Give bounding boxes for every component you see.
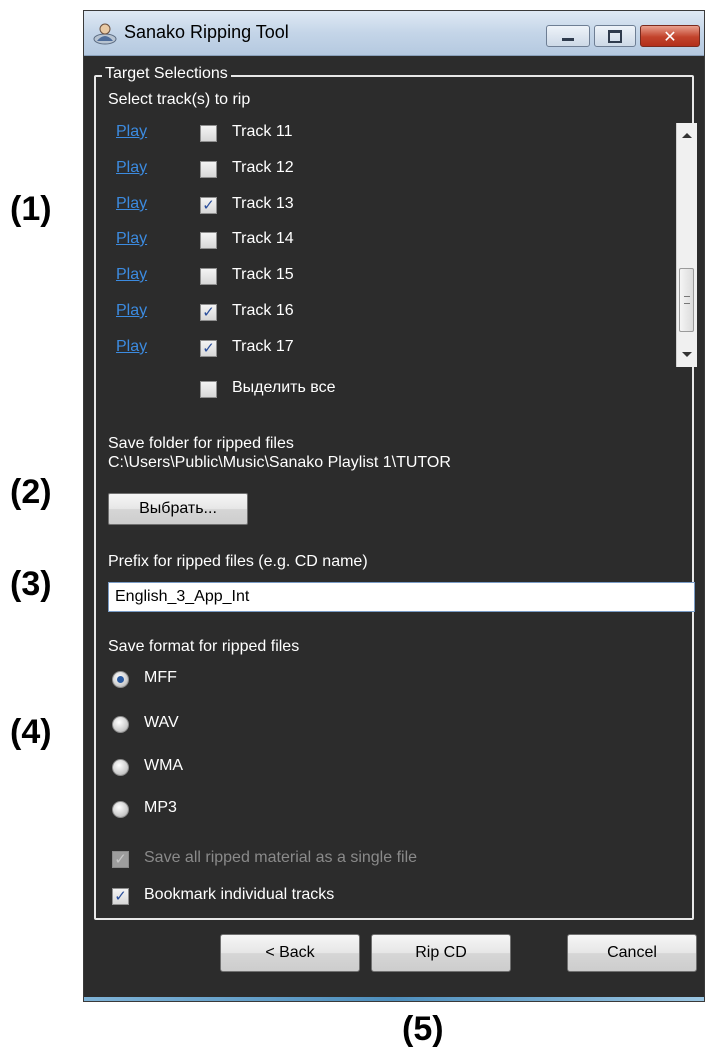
track-checkbox[interactable]: [200, 161, 217, 178]
track-label: Track 13: [232, 195, 294, 212]
save-folder-label: Save folder for ripped files: [108, 435, 294, 452]
radio-label-wav: WAV: [144, 714, 179, 731]
cancel-button[interactable]: Cancel: [567, 934, 697, 972]
back-button[interactable]: < Back: [220, 934, 360, 972]
track-checkbox[interactable]: ✓: [200, 340, 217, 357]
scroll-down-icon[interactable]: [682, 352, 692, 357]
play-link[interactable]: Play: [116, 123, 147, 141]
track-label: Track 14: [232, 230, 294, 247]
close-button[interactable]: ✕: [640, 25, 700, 47]
minimize-icon: [562, 37, 574, 41]
radio-wma[interactable]: [112, 759, 129, 776]
grip-icon: [684, 296, 690, 304]
window-title: Sanako Ripping Tool: [124, 22, 289, 42]
track-label: Track 17: [232, 338, 294, 355]
prefix-input[interactable]: [108, 582, 695, 612]
track-checkbox[interactable]: [200, 232, 217, 249]
choose-folder-button[interactable]: Выбрать...: [108, 493, 248, 525]
play-link[interactable]: Play: [116, 159, 147, 177]
bookmark-checkbox[interactable]: ✓: [112, 888, 129, 905]
track-checkbox[interactable]: ✓: [200, 304, 217, 321]
radio-mp3[interactable]: [112, 801, 129, 818]
track-label: Track 15: [232, 266, 294, 283]
scrollbar-thumb[interactable]: [679, 268, 694, 332]
callout-3: (3): [10, 565, 52, 603]
play-link[interactable]: Play: [116, 266, 147, 284]
radio-label-wma: WMA: [144, 757, 184, 774]
track-checkbox[interactable]: [200, 268, 217, 285]
select-all-label: Выделить все: [232, 379, 336, 396]
save-format-label: Save format for ripped files: [108, 638, 300, 655]
select-tracks-label: Select track(s) to rip: [108, 91, 251, 108]
callout-4: (4): [10, 713, 52, 751]
ripping-tool-window: Sanako Ripping Tool ✕ Target Selections …: [83, 10, 705, 1002]
window-bottom-edge: [84, 997, 704, 1001]
single-file-label: Save all ripped material as a single fil…: [144, 849, 418, 866]
track-list-scrollbar[interactable]: [676, 123, 697, 367]
callout-1: (1): [10, 190, 52, 228]
track-label: Track 11: [232, 123, 293, 140]
radio-mff[interactable]: [112, 671, 129, 688]
restore-icon: [608, 29, 622, 43]
play-link[interactable]: Play: [116, 230, 147, 248]
callout-5: (5): [402, 1010, 444, 1048]
minimize-button[interactable]: [546, 25, 590, 47]
maximize-button[interactable]: [594, 25, 636, 47]
callout-2: (2): [10, 473, 52, 511]
radio-wav[interactable]: [112, 716, 129, 733]
track-label: Track 12: [232, 159, 294, 176]
prefix-label: Prefix for ripped files (e.g. CD name): [108, 553, 368, 570]
bookmark-label: Bookmark individual tracks: [144, 886, 335, 903]
single-file-checkbox: ✓: [112, 851, 129, 868]
rip-cd-button[interactable]: Rip CD: [371, 934, 511, 972]
save-folder-path: C:\Users\Public\Music\Sanako Playlist 1\…: [108, 454, 451, 471]
play-link[interactable]: Play: [116, 195, 147, 213]
track-checkbox[interactable]: [200, 125, 217, 142]
select-all-checkbox[interactable]: [200, 381, 217, 398]
app-cd-user-icon: [92, 21, 118, 45]
close-icon: ✕: [663, 26, 677, 46]
title-bar[interactable]: Sanako Ripping Tool ✕: [84, 11, 704, 56]
play-link[interactable]: Play: [116, 338, 147, 356]
radio-label-mff: MFF: [144, 669, 177, 686]
scroll-up-icon[interactable]: [682, 133, 692, 138]
track-label: Track 16: [232, 302, 294, 319]
play-link[interactable]: Play: [116, 302, 147, 320]
group-legend: Target Selections: [102, 65, 231, 83]
radio-label-mp3: MP3: [144, 799, 177, 816]
track-checkbox[interactable]: ✓: [200, 197, 217, 214]
